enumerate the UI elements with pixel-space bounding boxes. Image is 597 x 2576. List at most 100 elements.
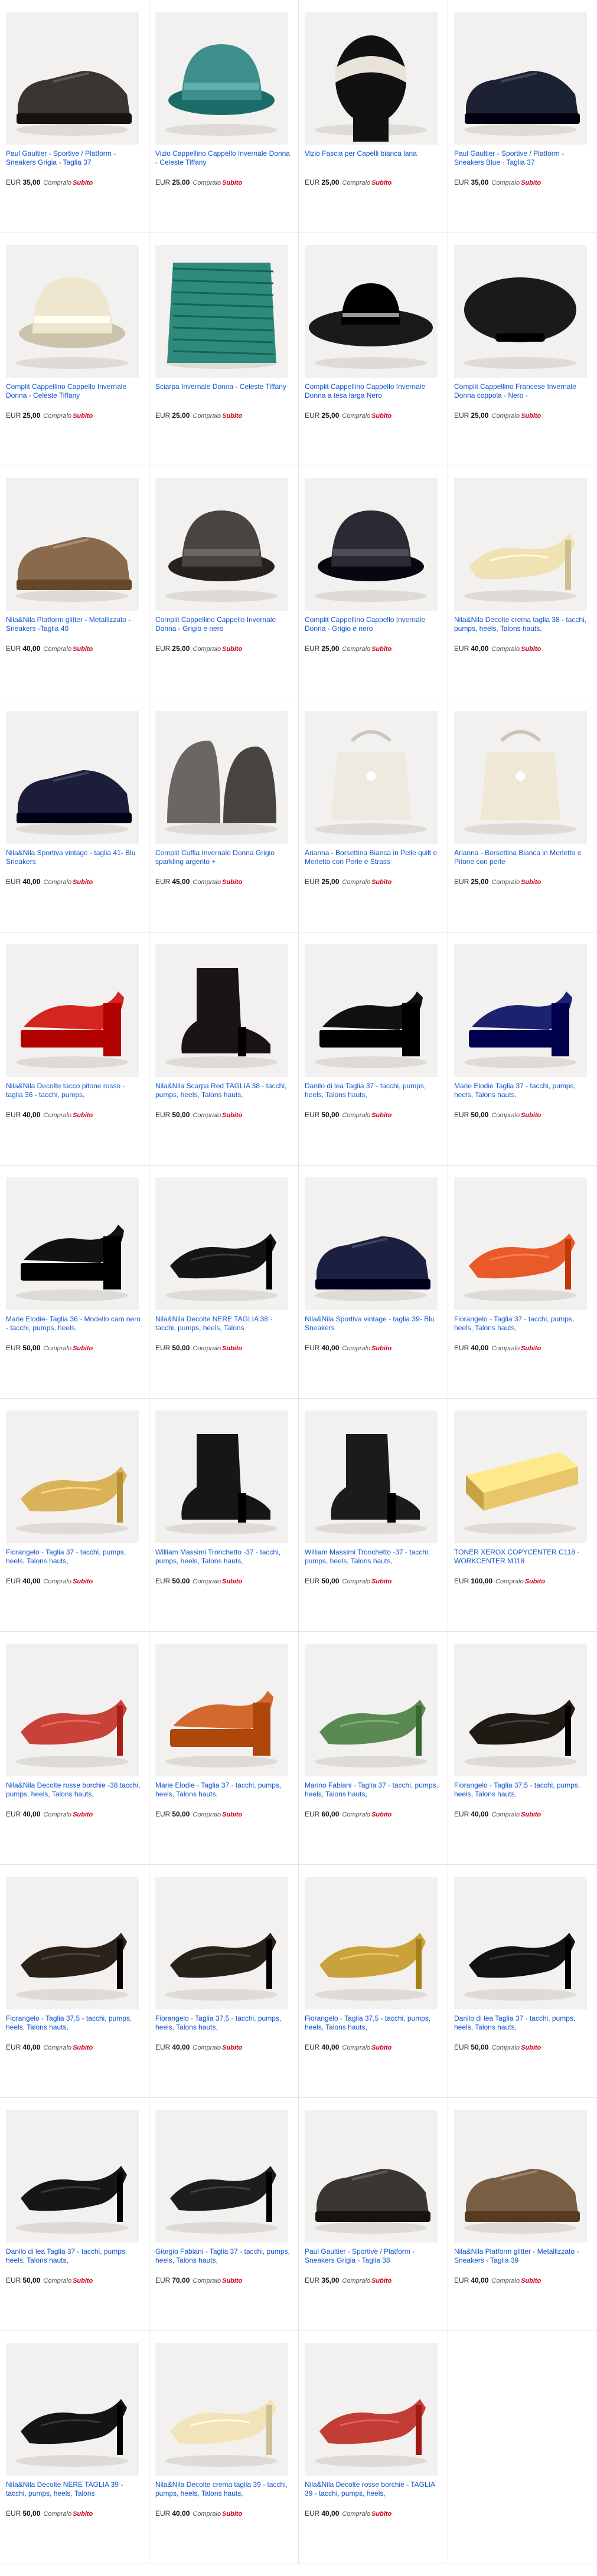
shoe-photo[interactable] <box>454 1177 587 1310</box>
listing-card[interactable]: Complit Cappellino Cappello Invernale Do… <box>149 466 299 699</box>
listing-card[interactable]: Fiorangelo - Taglia 37,5 - tacchi, pumps… <box>299 1865 448 2098</box>
listing-card[interactable]: Nila&Nila Decolte crema taglia 38 - tacc… <box>448 466 597 699</box>
listing-card[interactable]: Nila&Nila Scarpa Red TAGLIA 38 - tacchi,… <box>149 932 299 1166</box>
shoe-photo[interactable] <box>6 944 139 1077</box>
listing-card[interactable]: Paul Gaultier - Sportive / Platform - Sn… <box>0 0 149 233</box>
shoe-photo[interactable] <box>6 12 139 145</box>
listing-title-link[interactable]: Nila&Nila Platform glitter - Metallizzat… <box>6 616 143 642</box>
listing-title-link[interactable]: Arianna - Borsettina Bianca in Pelle qui… <box>305 849 442 875</box>
hat-photo[interactable] <box>305 478 438 611</box>
listing-card[interactable]: Marino Fabiani - Taglia 37 - tacchi, pum… <box>299 1632 448 1865</box>
shoe-photo[interactable] <box>454 1877 587 2009</box>
listing-card[interactable]: Fiorangelo - Taglia 37,5 - tacchi, pumps… <box>448 1632 597 1865</box>
listing-title-link[interactable]: Complit Cuffia Invernale Donna Grigio sp… <box>155 849 292 875</box>
listing-card[interactable]: Complit Cappellino Cappello Invernale Do… <box>299 233 448 466</box>
listing-card[interactable]: Fiorangelo - Taglia 37 - tacchi, pumps, … <box>0 1399 149 1632</box>
listing-title-link[interactable]: William Massimi Tronchetto -37 - tacchi,… <box>155 1548 292 1575</box>
shoe-photo[interactable] <box>6 2110 139 2243</box>
hat-photo[interactable] <box>6 245 139 378</box>
boot-photo[interactable] <box>155 944 288 1077</box>
listing-card[interactable]: Paul Gaultier - Sportive / Platform - Sn… <box>299 2098 448 2331</box>
shoe-photo[interactable] <box>155 2110 288 2243</box>
listing-card[interactable]: Danilo di lea Taglia 37 - tacchi, pumps,… <box>0 2098 149 2331</box>
shoe-photo[interactable] <box>6 711 139 844</box>
listing-title-link[interactable]: Arianna - Borsettina Bianca in Merletto … <box>454 849 591 875</box>
listing-title-link[interactable]: Paul Gaultier - Sportive / Platform - Sn… <box>305 2247 442 2274</box>
listing-card[interactable]: Arianna - Borsettina Bianca in Pelle qui… <box>299 699 448 932</box>
listing-title-link[interactable]: Danilo di lea Taglia 37 - tacchi, pumps,… <box>305 1082 442 1108</box>
listing-title-link[interactable]: Paul Gaultier - Sportive / Platform - Sn… <box>454 149 591 176</box>
listing-title-link[interactable]: Complit Cappellino Cappello Invernale Do… <box>305 616 442 642</box>
listing-card[interactable]: Complit Cuffia Invernale Donna Grigio sp… <box>149 699 299 932</box>
listing-card[interactable]: Sciarpa Invernale Donna - Celeste Tiffan… <box>149 233 299 466</box>
hat-photo[interactable] <box>454 245 587 378</box>
listing-card[interactable]: Danilo di lea Taglia 37 - tacchi, pumps,… <box>299 932 448 1166</box>
listing-title-link[interactable]: Nila&Nila Decolte rosse borchie - TAGLIA… <box>305 2480 442 2507</box>
shoe-photo[interactable] <box>155 1644 288 1776</box>
listing-title-link[interactable]: Nila&Nila Decolte NERE TAGLIA 39 - tacch… <box>6 2480 143 2507</box>
listing-title-link[interactable]: Marie Elodie Taglia 37 - tacchi, pumps, … <box>454 1082 591 1108</box>
bag-photo[interactable] <box>305 711 438 844</box>
listing-card[interactable]: Giorgio Fabiani - Taglia 37 - tacchi, pu… <box>149 2098 299 2331</box>
listing-card[interactable]: Complit Cappellino Francese Invernale Do… <box>448 233 597 466</box>
listing-title-link[interactable]: Nila&Nila Decolte rosse borchie -38 tacc… <box>6 1781 143 1808</box>
shoe-photo[interactable] <box>305 2110 438 2243</box>
shoe-photo[interactable] <box>305 1877 438 2009</box>
listing-title-link[interactable]: Fiorangelo - Taglia 37,5 - tacchi, pumps… <box>454 1781 591 1808</box>
listing-card[interactable]: Nila&Nila Decolte rosse borchie -38 tacc… <box>0 1632 149 1865</box>
listing-title-link[interactable]: Giorgio Fabiani - Taglia 37 - tacchi, pu… <box>155 2247 292 2274</box>
hat-photo[interactable] <box>155 478 288 611</box>
beanie-photo[interactable] <box>155 711 288 844</box>
listing-title-link[interactable]: TONER XEROX COPYCENTER C118 - WORKCENTER… <box>454 1548 591 1575</box>
listing-title-link[interactable]: Sciarpa Invernale Donna - Celeste Tiffan… <box>155 382 292 409</box>
listing-card[interactable]: Nila&Nila Platform glitter - Metallizzat… <box>448 2098 597 2331</box>
listing-card[interactable]: Complit Cappellino Cappello Invernale Do… <box>0 233 149 466</box>
shoe-photo[interactable] <box>6 1410 139 1543</box>
listing-title-link[interactable]: Nila&Nila Sportiva vintage - taglia 41- … <box>6 849 143 875</box>
listing-title-link[interactable]: Marie Elodie- Taglia 36 - Modello cam ne… <box>6 1315 143 1341</box>
listing-card[interactable]: Nila&Nila Sportiva vintage - taglia 41- … <box>0 699 149 932</box>
shoe-photo[interactable] <box>454 12 587 145</box>
shoe-photo[interactable] <box>454 1644 587 1776</box>
boot-photo[interactable] <box>155 1410 288 1543</box>
shoe-photo[interactable] <box>305 1644 438 1776</box>
shoe-photo[interactable] <box>6 1877 139 2009</box>
listing-card[interactable]: Nila&Nila Decolte rosse borchie - TAGLIA… <box>299 2331 448 2564</box>
listing-card[interactable]: William Massimi Tronchetto -37 - tacchi,… <box>299 1399 448 1632</box>
listing-card[interactable]: Nila&Nila Decolte NERE TAGLIA 38 - tacch… <box>149 1166 299 1399</box>
listing-title-link[interactable]: Fiorangelo - Taglia 37,5 - tacchi, pumps… <box>6 2014 143 2041</box>
listing-card[interactable]: Danilo di lea Taglia 37 - tacchi, pumps,… <box>448 1865 597 2098</box>
listing-title-link[interactable]: Nila&Nila Decolte crema taglia 38 - tacc… <box>454 616 591 642</box>
listing-card[interactable]: TONER XEROX COPYCENTER C118 - WORKCENTER… <box>448 1399 597 1632</box>
scarf-photo[interactable] <box>155 245 288 378</box>
shoe-photo[interactable] <box>454 2110 587 2243</box>
listing-title-link[interactable]: Fiorangelo - Taglia 37 - tacchi, pumps, … <box>454 1315 591 1341</box>
listing-card[interactable]: Nila&Nila Decolte NERE TAGLIA 39 - tacch… <box>0 2331 149 2564</box>
listing-title-link[interactable]: Fiorangelo - Taglia 37,5 - tacchi, pumps… <box>305 2014 442 2041</box>
listing-title-link[interactable]: Complit Cappellino Cappello Invernale Do… <box>155 616 292 642</box>
bag-photo[interactable] <box>454 711 587 844</box>
listing-title-link[interactable]: Vizio Fascia per Capelli bianca lana <box>305 149 442 176</box>
listing-title-link[interactable]: Nila&Nila Sportiva vintage - taglia 39- … <box>305 1315 442 1341</box>
listing-title-link[interactable]: Danilo di lea Taglia 37 - tacchi, pumps,… <box>454 2014 591 2041</box>
listing-title-link[interactable]: Nila&Nila Scarpa Red TAGLIA 38 - tacchi,… <box>155 1082 292 1108</box>
listing-title-link[interactable]: William Massimi Tronchetto -37 - tacchi,… <box>305 1548 442 1575</box>
listing-card[interactable]: Complit Cappellino Cappello Invernale Do… <box>299 466 448 699</box>
shoe-photo[interactable] <box>6 478 139 611</box>
shoe-photo[interactable] <box>305 944 438 1077</box>
hat-photo[interactable] <box>305 245 438 378</box>
listing-card[interactable]: Paul Gaultier - Sportive / Platform - Sn… <box>448 0 597 233</box>
listing-title-link[interactable]: Marie Elodie - Taglia 37 - tacchi, pumps… <box>155 1781 292 1808</box>
shoe-photo[interactable] <box>6 1644 139 1776</box>
shoe-photo[interactable] <box>454 478 587 611</box>
listing-title-link[interactable]: Complit Cappellino Francese Invernale Do… <box>454 382 591 409</box>
listing-title-link[interactable]: Nila&Nila Platform glitter - Metallizzat… <box>454 2247 591 2274</box>
listing-title-link[interactable]: Complit Cappellino Cappello Invernale Do… <box>6 382 143 409</box>
listing-card[interactable]: William Massimi Tronchetto -37 - tacchi,… <box>149 1399 299 1632</box>
listing-title-link[interactable]: Danilo di lea Taglia 37 - tacchi, pumps,… <box>6 2247 143 2274</box>
listing-card[interactable]: Marie Elodie Taglia 37 - tacchi, pumps, … <box>448 932 597 1166</box>
shoe-photo[interactable] <box>305 2343 438 2476</box>
listing-title-link[interactable]: Paul Gaultier - Sportive / Platform - Sn… <box>6 149 143 176</box>
listing-card[interactable]: Marie Elodie - Taglia 37 - tacchi, pumps… <box>149 1632 299 1865</box>
boot-photo[interactable] <box>305 1410 438 1543</box>
